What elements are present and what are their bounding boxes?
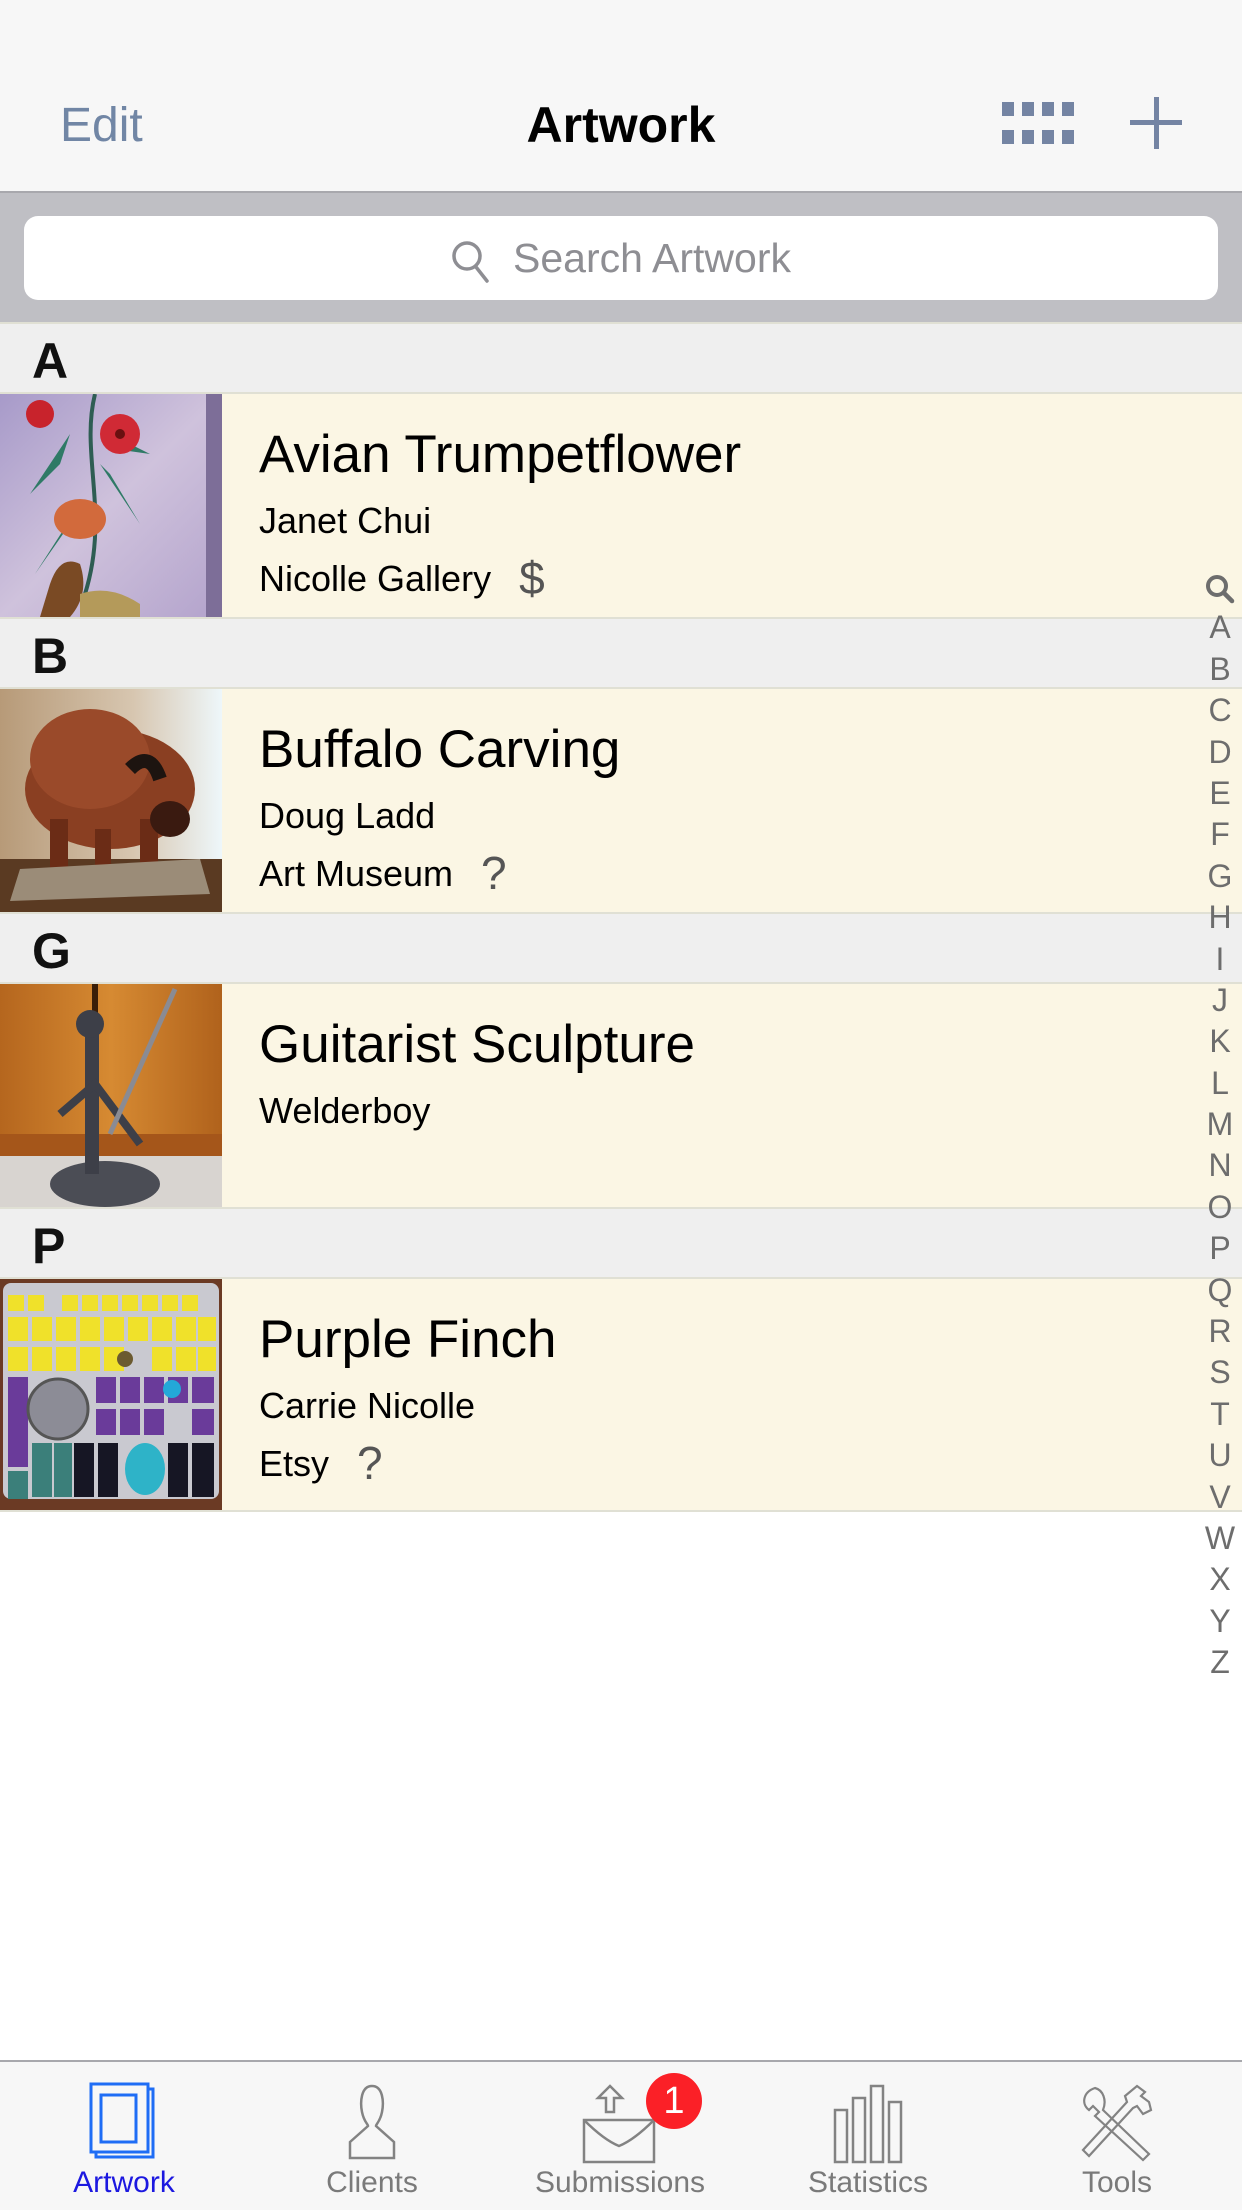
- index-letter[interactable]: D: [1208, 732, 1231, 773]
- navigation-bar: Edit Artwork: [0, 0, 1242, 193]
- tab-statistics[interactable]: Statistics: [744, 2062, 992, 2210]
- index-letter[interactable]: V: [1209, 1477, 1230, 1518]
- index-letter[interactable]: O: [1208, 1187, 1233, 1228]
- section-header-p: P: [0, 1207, 1242, 1279]
- section-header-g: G: [0, 912, 1242, 984]
- tab-label: Submissions: [534, 2166, 706, 2199]
- artwork-stack-icon: [89, 2082, 155, 2159]
- artwork-title: Guitarist Sculpture: [259, 1015, 695, 1074]
- bar-chart-icon: [833, 2084, 903, 2164]
- tab-label: Clients: [326, 2166, 418, 2199]
- index-letter[interactable]: K: [1209, 1021, 1230, 1062]
- tab-clients[interactable]: Clients: [248, 2062, 496, 2210]
- index-letter[interactable]: C: [1208, 690, 1231, 731]
- artwork-artist: Carrie Nicolle: [259, 1385, 476, 1426]
- section-letter: B: [32, 628, 69, 684]
- index-letter[interactable]: A: [1209, 607, 1230, 648]
- index-letter[interactable]: E: [1209, 773, 1230, 814]
- venue-name: Etsy: [259, 1443, 330, 1484]
- section-header-b: B: [0, 617, 1242, 689]
- index-letter[interactable]: I: [1216, 939, 1225, 980]
- artwork-thumbnail: [0, 689, 222, 912]
- index-letter[interactable]: M: [1207, 1104, 1234, 1145]
- section-letter: P: [32, 1218, 66, 1274]
- venue-name: Art Museum: [259, 853, 454, 894]
- tools-icon: [1081, 2084, 1153, 2162]
- search-placeholder: Search Artwork: [513, 234, 791, 281]
- index-letter[interactable]: N: [1208, 1145, 1231, 1186]
- artwork-thumbnail: [0, 984, 222, 1207]
- artwork-venue: Etsy?: [259, 1433, 383, 1489]
- artwork-thumbnail: [0, 394, 222, 617]
- submissions-badge: 1: [646, 2073, 702, 2129]
- tab-label: Tools: [1081, 2166, 1153, 2199]
- section-letter: G: [32, 923, 71, 979]
- artwork-artist: Janet Chui: [259, 500, 432, 541]
- edit-button[interactable]: Edit: [60, 98, 143, 153]
- unknown-status-icon: ?: [357, 1437, 383, 1489]
- index-letter[interactable]: J: [1212, 980, 1228, 1021]
- person-icon: [348, 2084, 396, 2160]
- index-letter[interactable]: Q: [1208, 1270, 1233, 1311]
- index-letter[interactable]: R: [1208, 1311, 1231, 1352]
- tab-label: Artwork: [73, 2166, 175, 2199]
- artwork-artist: Welderboy: [259, 1090, 431, 1131]
- tab-artwork[interactable]: Artwork: [0, 2062, 248, 2210]
- artwork-row[interactable]: Guitarist Sculpture Welderboy: [0, 984, 1242, 1207]
- tab-submissions[interactable]: Submissions: [496, 2062, 744, 2210]
- index-letter[interactable]: F: [1210, 814, 1230, 855]
- artwork-title: Purple Finch: [259, 1310, 557, 1369]
- search-icon: [452, 241, 489, 283]
- artwork-title: Buffalo Carving: [259, 720, 621, 779]
- artwork-venue: Nicolle Gallery $: [259, 548, 545, 604]
- index-letter[interactable]: Z: [1210, 1642, 1230, 1683]
- index-letter[interactable]: P: [1209, 1228, 1230, 1269]
- venue-name: Nicolle Gallery: [259, 558, 492, 599]
- index-letter[interactable]: B: [1209, 649, 1230, 690]
- unknown-status-icon: ?: [481, 847, 507, 899]
- search-input[interactable]: Search Artwork: [24, 216, 1218, 300]
- index-letter[interactable]: T: [1210, 1394, 1230, 1435]
- artwork-row[interactable]: Avian Trumpetflower Janet Chui Nicolle G…: [0, 394, 1242, 617]
- index-letter[interactable]: U: [1208, 1435, 1231, 1476]
- section-letter: A: [32, 333, 69, 389]
- section-header-a: A: [0, 322, 1242, 394]
- index-letter[interactable]: G: [1208, 856, 1233, 897]
- tab-label: Statistics: [807, 2166, 929, 2199]
- artwork-row[interactable]: Buffalo Carving Doug Ladd Art Museum?: [0, 689, 1242, 912]
- artwork-thumbnail: [0, 1279, 222, 1510]
- grid-view-icon[interactable]: [1002, 102, 1074, 144]
- index-letter[interactable]: S: [1209, 1352, 1230, 1393]
- artwork-venue: Art Museum?: [259, 843, 507, 899]
- artwork-row[interactable]: Purple Finch Carrie Nicolle Etsy?: [0, 1279, 1242, 1512]
- index-letter[interactable]: Y: [1209, 1601, 1230, 1642]
- search-bar: Search Artwork: [0, 193, 1242, 323]
- artwork-artist: Doug Ladd: [259, 795, 436, 836]
- index-letter[interactable]: L: [1211, 1063, 1229, 1104]
- index-letter[interactable]: X: [1209, 1559, 1230, 1600]
- sold-status-icon: $: [519, 552, 545, 604]
- index-search-icon[interactable]: [1205, 566, 1235, 607]
- add-artwork-button[interactable]: [1130, 97, 1182, 149]
- artwork-title: Avian Trumpetflower: [259, 425, 742, 484]
- section-index-bar[interactable]: A B C D E F G H I J K L M N O P Q R S T …: [1198, 566, 1242, 1684]
- index-letter[interactable]: W: [1205, 1518, 1235, 1559]
- index-letter[interactable]: H: [1208, 897, 1231, 938]
- tab-bar: Artwork Clients Submissions Statistics T…: [0, 2060, 1242, 2210]
- tab-tools[interactable]: Tools: [992, 2062, 1242, 2210]
